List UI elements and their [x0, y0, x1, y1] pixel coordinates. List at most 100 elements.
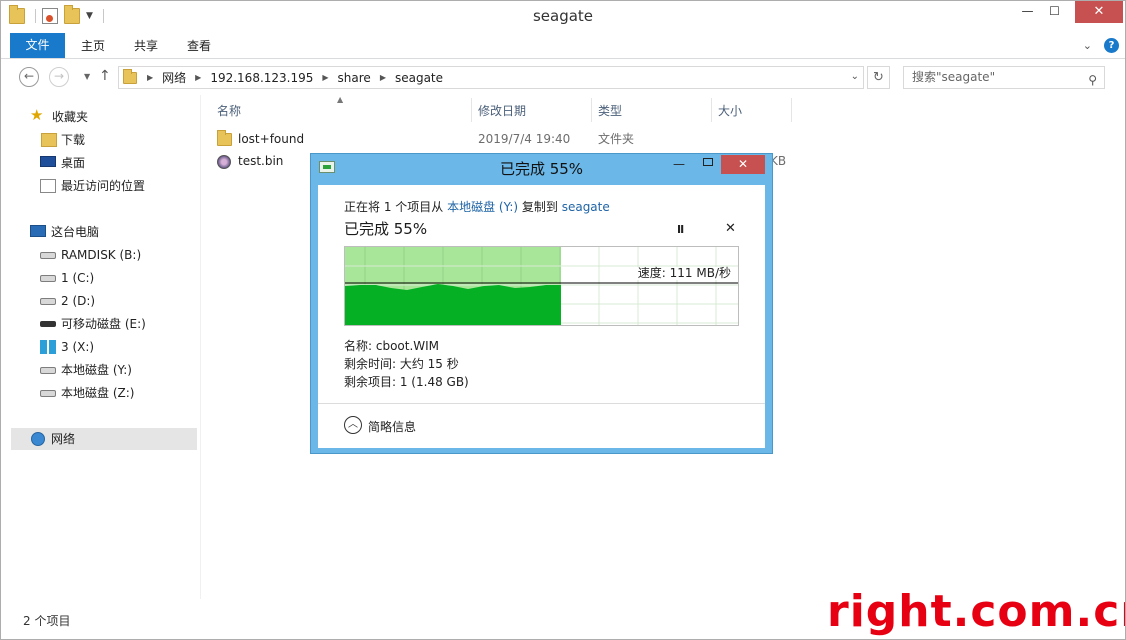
column-header-size[interactable]: 大小 — [718, 102, 742, 120]
search-input[interactable]: 搜索"seagate" ⚲ — [903, 66, 1105, 89]
progress-heading: 已完成 55% — [344, 220, 428, 238]
sidebar-item-label: 3 (X:) — [61, 340, 95, 354]
copy-description-mid: 复制到 — [518, 200, 562, 214]
sidebar-item-label: 1 (C:) — [61, 271, 95, 285]
file-row-lost-found[interactable]: lost+found 2019/7/4 19:40 文件夹 — [213, 129, 793, 150]
ribbon-right-controls: ⌄ ? — [1083, 38, 1119, 53]
breadcrumb-seagate[interactable]: seagate — [395, 71, 443, 85]
close-button[interactable]: ✕ — [1075, 1, 1123, 23]
minimize-button[interactable]: — — [1013, 1, 1042, 23]
title-bar: ▼ seagate — ☐ ✕ — [1, 1, 1125, 32]
column-header-name[interactable]: 名称 — [217, 102, 241, 120]
windows-drive-icon — [40, 340, 56, 354]
drive-icon — [40, 252, 56, 259]
file-type: 文件夹 — [598, 132, 635, 146]
source-link[interactable]: 本地磁盘 (Y:) — [447, 200, 518, 214]
sidebar-item-label: RAMDISK (B:) — [61, 248, 142, 262]
dialog-title-bar[interactable]: 已完成 55% — ✕ — [311, 154, 772, 181]
copy-description: 正在将 1 个项目从 本地磁盘 (Y:) 复制到 seagate — [344, 198, 610, 215]
tab-view[interactable]: 查看 — [173, 34, 225, 59]
address-history-icon[interactable]: ⌄ — [851, 71, 859, 82]
watermark-logo: right.com.cn — [827, 586, 1126, 637]
sidebar-item-label: 2 (D:) — [61, 294, 96, 308]
forward-button[interactable]: → — [49, 67, 69, 87]
search-icon[interactable]: ⚲ — [1088, 70, 1097, 91]
navigation-bar: ← → ▼ ↑ ▶ 网络 ▶ 192.168.123.195 ▶ share ▶… — [1, 59, 1125, 95]
dialog-close-button[interactable]: ✕ — [721, 155, 765, 174]
sidebar-item-drive-b[interactable]: RAMDISK (B:) — [11, 244, 197, 266]
address-bar[interactable]: ▶ 网络 ▶ 192.168.123.195 ▶ share ▶ seagate… — [118, 66, 864, 89]
tab-file[interactable]: 文件 — [10, 33, 65, 58]
sidebar-item-label: 本地磁盘 (Z:) — [61, 386, 135, 400]
back-button[interactable]: ← — [19, 67, 39, 87]
computer-icon — [30, 225, 46, 237]
file-name: lost+found — [238, 132, 305, 146]
ribbon-tabs: 文件 主页 共享 查看 ⌄ ? — [1, 32, 1125, 59]
sidebar-item-drive-z[interactable]: 本地磁盘 (Z:) — [11, 382, 197, 404]
breadcrumb-chevron-icon[interactable]: ▶ — [147, 73, 153, 82]
file-name-detail: 名称: cboot.WIM — [344, 339, 440, 353]
sidebar-item-drive-y[interactable]: 本地磁盘 (Y:) — [11, 359, 197, 381]
items-remaining-detail: 剩余项目: 1 (1.48 GB) — [344, 375, 469, 389]
sidebar-item-drive-x[interactable]: 3 (X:) — [11, 336, 197, 358]
desktop-icon — [40, 156, 56, 167]
folder-icon — [123, 68, 137, 84]
drive-icon — [40, 390, 56, 397]
refresh-button[interactable]: ↻ — [867, 66, 890, 89]
sidebar-item-network[interactable]: 网络 — [11, 428, 197, 450]
destination-link[interactable]: seagate — [562, 200, 610, 214]
column-header-date[interactable]: 修改日期 — [478, 102, 526, 120]
sidebar-item-drive-e[interactable]: 可移动磁盘 (E:) — [11, 313, 197, 335]
chevron-up-icon[interactable]: ︿ — [344, 416, 362, 434]
breadcrumb-chevron-icon[interactable]: ▶ — [380, 73, 386, 82]
sidebar-item-label: 下载 — [61, 133, 86, 147]
transfer-speed-graph: 速度: 111 MB/秒 — [344, 246, 739, 326]
column-divider[interactable] — [711, 98, 712, 122]
time-remaining-detail: 剩余时间: 大约 15 秒 — [344, 357, 459, 371]
breadcrumb-host[interactable]: 192.168.123.195 — [210, 71, 313, 85]
column-header-type[interactable]: 类型 — [598, 102, 622, 120]
pane-divider[interactable] — [200, 95, 201, 599]
dialog-maximize-button[interactable] — [703, 158, 713, 166]
breadcrumb-chevron-icon[interactable]: ▶ — [322, 73, 328, 82]
sidebar-item-desktop[interactable]: 桌面 — [11, 152, 197, 174]
sidebar-item-this-pc[interactable]: 这台电脑 — [11, 221, 197, 243]
sidebar-item-downloads[interactable]: 下载 — [11, 129, 197, 151]
column-divider[interactable] — [791, 98, 792, 122]
status-item-count: 2 个项目 — [23, 614, 71, 628]
tab-share[interactable]: 共享 — [120, 34, 172, 59]
up-button[interactable]: ↑ — [99, 68, 111, 84]
bin-file-icon — [217, 155, 231, 169]
throughput-area — [345, 284, 561, 325]
recent-locations-icon[interactable]: ▼ — [84, 72, 90, 81]
navigation-pane: ★ 收藏夹 下载 桌面 最近访问的位置 这台电脑 RAMDISK (B:) 1 … — [11, 99, 197, 599]
help-icon[interactable]: ? — [1104, 38, 1119, 53]
downloads-icon — [41, 133, 57, 147]
network-icon — [31, 432, 45, 446]
drive-icon — [40, 275, 56, 282]
expand-ribbon-icon[interactable]: ⌄ — [1083, 39, 1092, 52]
pause-button[interactable]: II — [677, 223, 684, 236]
breadcrumb-chevron-icon[interactable]: ▶ — [195, 73, 201, 82]
sidebar-item-label: 最近访问的位置 — [61, 179, 146, 193]
cancel-button[interactable]: ✕ — [725, 221, 736, 236]
fewer-details-toggle[interactable]: 简略信息 — [368, 418, 416, 435]
dialog-minimize-button[interactable]: — — [673, 157, 685, 171]
column-divider[interactable] — [591, 98, 592, 122]
breadcrumb-share[interactable]: share — [338, 71, 371, 85]
recent-places-icon — [40, 179, 56, 193]
drive-icon — [40, 367, 56, 374]
sidebar-item-drive-c[interactable]: 1 (C:) — [11, 267, 197, 289]
sidebar-item-drive-d[interactable]: 2 (D:) — [11, 290, 197, 312]
tab-home[interactable]: 主页 — [67, 34, 119, 59]
sidebar-item-favorites[interactable]: ★ 收藏夹 — [11, 106, 197, 128]
sidebar-item-label: 这台电脑 — [51, 225, 100, 239]
sidebar-item-recent[interactable]: 最近访问的位置 — [11, 175, 197, 197]
column-divider[interactable] — [471, 98, 472, 122]
maximize-button[interactable]: ☐ — [1040, 1, 1069, 23]
search-placeholder: 搜索"seagate" — [912, 70, 996, 84]
sidebar-item-label: 网络 — [51, 432, 76, 446]
breadcrumb-network[interactable]: 网络 — [162, 69, 186, 86]
explorer-window: ▼ seagate — ☐ ✕ 文件 主页 共享 查看 ⌄ ? ← → ▼ ↑ … — [0, 0, 1126, 640]
sort-ascending-icon: ▲ — [337, 95, 344, 104]
